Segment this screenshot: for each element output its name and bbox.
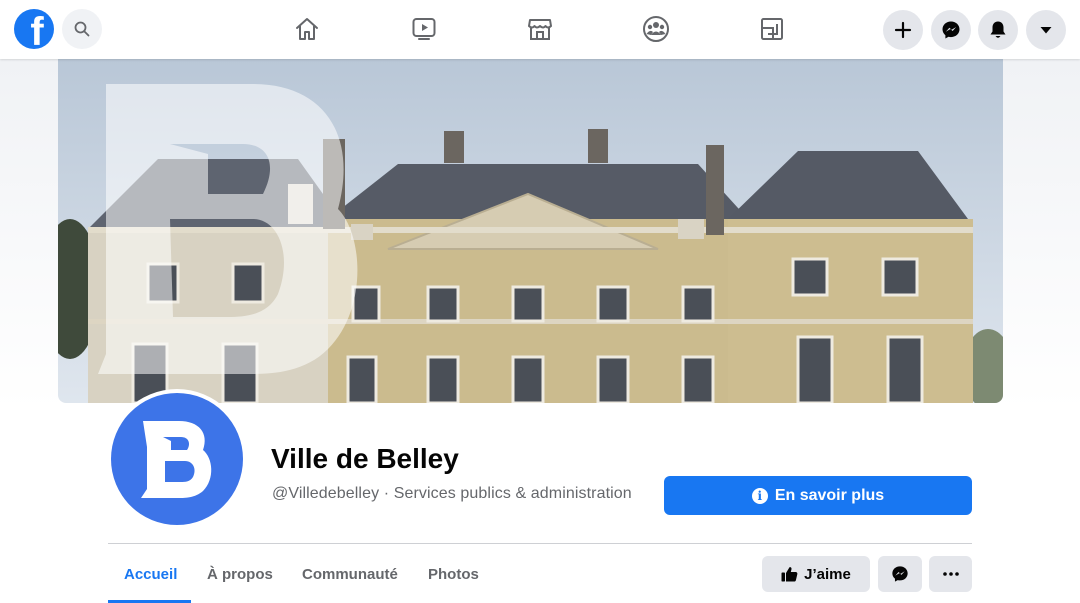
learn-more-label: En savoir plus [774, 486, 885, 504]
home-icon [296, 18, 318, 40]
page-title: Ville de Belley [271, 443, 459, 474]
page-subtitle: @Villedebelley · Services publics & admi… [272, 485, 632, 503]
groups-tab[interactable] [641, 14, 671, 44]
tab-photos[interactable]: Photos [428, 566, 479, 583]
watch-icon [412, 18, 436, 40]
like-label: J’aime [804, 565, 851, 583]
section-divider [108, 543, 972, 544]
notifications-icon [990, 21, 1006, 38]
belley-logo [111, 393, 243, 525]
more-options-button[interactable] [929, 556, 972, 592]
messenger-icon [892, 566, 908, 582]
messenger-icon [942, 21, 960, 39]
thumbs-up-icon [781, 567, 798, 582]
marketplace-tab[interactable] [525, 14, 555, 44]
search-icon [74, 21, 90, 37]
facebook-logo-letter: f [30, 10, 44, 49]
chevron-down-icon [1040, 27, 1052, 34]
belley-logo-icon [141, 421, 212, 498]
page-avatar[interactable] [107, 389, 247, 529]
learn-more-button[interactable]: i En savoir plus [664, 476, 972, 515]
home-tab[interactable] [292, 14, 322, 44]
page-category[interactable]: Services publics & administration [394, 485, 632, 502]
gaming-icon [761, 18, 783, 40]
search-button[interactable] [62, 9, 102, 49]
message-button[interactable] [878, 556, 922, 592]
messenger-button[interactable] [931, 10, 971, 50]
create-button[interactable] [883, 10, 923, 50]
like-button[interactable]: J’aime [762, 556, 870, 592]
tab-accueil[interactable]: Accueil [124, 566, 177, 583]
groups-icon [643, 16, 669, 42]
tab-communaute[interactable]: Communauté [302, 566, 398, 583]
facebook-logo-icon[interactable]: f [14, 9, 54, 49]
tab-a-propos[interactable]: À propos [207, 566, 273, 583]
info-icon: i [751, 487, 768, 504]
subtitle-separator: · [379, 485, 394, 502]
watch-tab[interactable] [409, 14, 439, 44]
cover-photo-image [58, 59, 1003, 403]
create-icon [894, 21, 912, 39]
cover-photo[interactable] [58, 59, 1003, 403]
account-menu-button[interactable] [1026, 10, 1066, 50]
notifications-button[interactable] [978, 10, 1018, 50]
more-dots-icon [942, 572, 959, 576]
page-handle: @Villedebelley [272, 485, 380, 502]
marketplace-icon [528, 19, 552, 40]
gaming-tab[interactable] [757, 14, 787, 44]
top-navigation-bar: f [0, 0, 1080, 59]
